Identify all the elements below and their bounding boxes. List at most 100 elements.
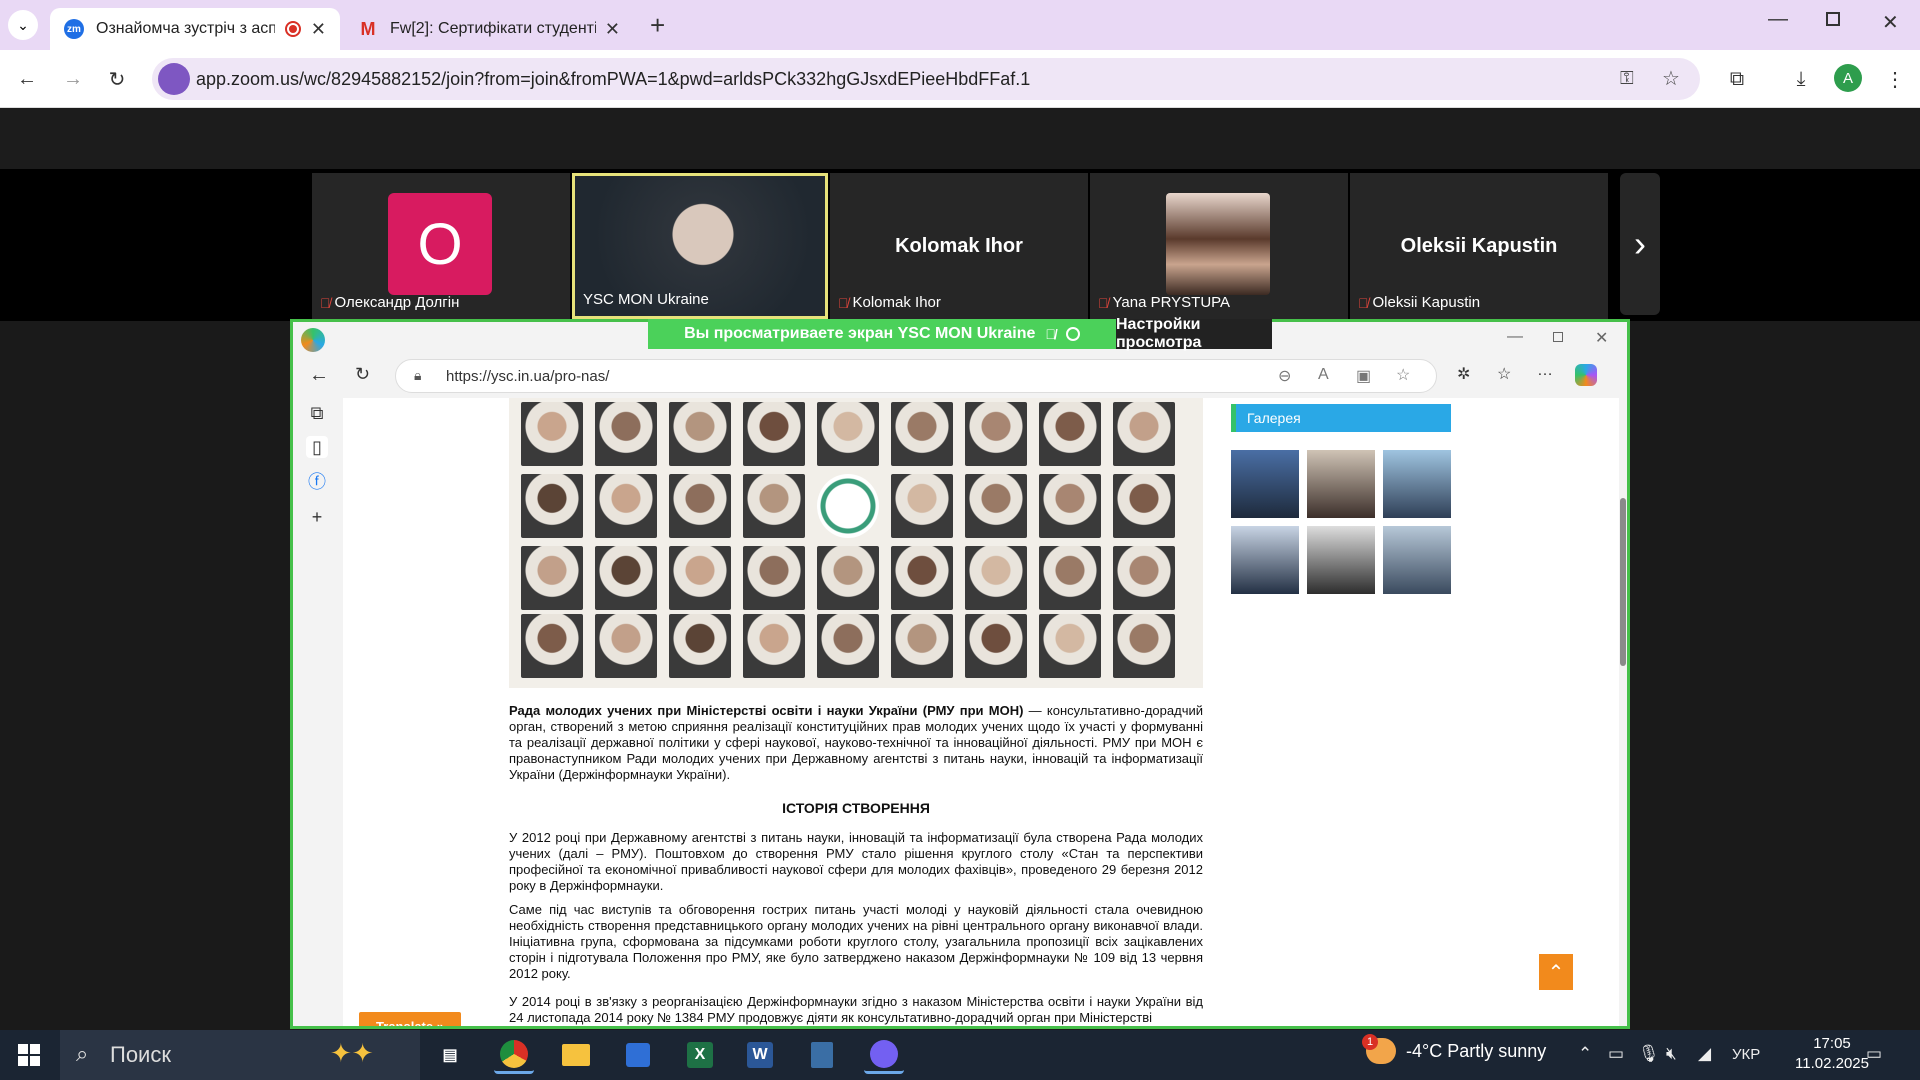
forward-button[interactable]: → (58, 64, 88, 94)
chevron-up-icon[interactable]: ⌃ (1578, 1044, 1592, 1064)
downloads-icon[interactable]: ⤓ (1786, 64, 1816, 94)
bookmark-star-icon[interactable]: ☆ (1662, 66, 1680, 91)
gallery-thumbnail[interactable] (1383, 450, 1451, 518)
restore-button[interactable] (1553, 332, 1563, 342)
edge-profile-icon (301, 328, 325, 352)
word-icon[interactable]: W (740, 1036, 780, 1074)
participant-tile[interactable]: O 🎙̸ Олександр Долгін (312, 173, 570, 319)
participant-name: 🎙̸ Олександр Долгін (320, 294, 460, 311)
read-aloud-icon[interactable]: A (1318, 366, 1329, 384)
close-window-button[interactable]: ✕ (1882, 10, 1899, 35)
facebook-icon[interactable]: ⓕ (306, 470, 328, 492)
page-scrollbar[interactable] (1619, 398, 1627, 1026)
task-view-icon[interactable]: ▤ (430, 1036, 470, 1074)
extensions-icon[interactable]: ✲ (1457, 364, 1470, 384)
notifications-icon[interactable]: ▭ (1866, 1044, 1882, 1064)
gallery-thumbnail[interactable] (1307, 526, 1375, 594)
profile-avatar[interactable]: A (1834, 64, 1862, 92)
mic-muted-icon: 🎙̸ (320, 294, 331, 311)
history-paragraph: У 2014 році в зв'язку з реорганізацією Д… (509, 994, 1203, 1025)
reload-button[interactable]: ↻ (355, 364, 370, 385)
gallery-thumbnail[interactable] (1307, 450, 1375, 518)
reload-button[interactable]: ↻ (102, 64, 132, 94)
add-icon[interactable]: + (306, 506, 328, 528)
back-button[interactable]: ← (309, 364, 329, 387)
address-bar[interactable]: app.zoom.us/wc/82945882152/join?from=joi… (152, 58, 1700, 100)
language-indicator[interactable]: УКР (1732, 1046, 1760, 1063)
tab-gmail[interactable]: M Fw[2]: Сертифікати студентів - ✕ (344, 8, 634, 50)
member-portrait (521, 474, 583, 538)
taskbar-search[interactable]: ⌕ Поиск ✦✦ (60, 1030, 420, 1080)
chrome-app-icon[interactable] (494, 1036, 534, 1074)
member-portrait (1113, 474, 1175, 538)
minimize-button[interactable]: — (1507, 328, 1523, 346)
save-app-icon[interactable] (618, 1036, 658, 1074)
tab-search-button[interactable]: ⌄ (8, 10, 38, 40)
participant-tile[interactable]: Kolomak Ihor 🎙̸ Kolomak Ihor (830, 173, 1088, 319)
scrollbar-thumb[interactable] (1620, 498, 1626, 666)
microphone-icon[interactable]: 🎙︎ (1638, 1044, 1660, 1064)
minimize-button[interactable]: — (1768, 8, 1788, 31)
excel-icon[interactable]: X (680, 1036, 720, 1074)
gallery-thumbnail[interactable] (1231, 526, 1299, 594)
gallery-thumbnail[interactable] (1231, 450, 1299, 518)
participant-name: 🎙̸ Oleksii Kapustin (1358, 294, 1481, 311)
member-portrait (595, 614, 657, 678)
copilot-icon[interactable] (1575, 364, 1597, 386)
council-logo (817, 474, 879, 538)
view-settings-button[interactable]: Настройки просмотра (1116, 316, 1272, 351)
gallery-heading: Галерея (1231, 404, 1451, 432)
close-window-button[interactable]: ✕ (1595, 328, 1608, 348)
member-portrait (669, 402, 731, 466)
menu-dots-icon[interactable]: … (1537, 362, 1553, 380)
meet-now-icon[interactable]: ▭ (1608, 1044, 1624, 1064)
wifi-icon[interactable]: ◢ (1698, 1044, 1711, 1064)
file-explorer-icon[interactable] (556, 1036, 596, 1074)
participant-name: 🎙̸ Yana PRYSTUPA (1098, 294, 1231, 311)
edge-sidebar: ⧉ ▯ ⓕ + (293, 398, 343, 1026)
gallery-thumbnail[interactable] (1383, 526, 1451, 594)
back-button[interactable]: ← (12, 64, 42, 94)
member-portrait (891, 474, 953, 538)
participant-tile-active-speaker[interactable]: YSC MON Ukraine (572, 173, 828, 319)
recording-icon (284, 21, 301, 37)
history-paragraph: Саме під час виступів та обговорення гос… (509, 902, 1203, 981)
member-portrait (1039, 614, 1101, 678)
new-tab-button[interactable]: + (650, 10, 665, 41)
close-tab-icon[interactable]: ✕ (311, 19, 326, 40)
member-portrait (891, 546, 953, 610)
address-bar[interactable]: 🔒︎ https://ysc.in.ua/pro-nas/ ⊖ A ▣ ☆ (395, 359, 1437, 393)
mic-muted-icon: 🎙̸ (1358, 294, 1369, 311)
favorites-icon[interactable]: ☆ (1497, 364, 1511, 384)
scroll-to-top-button[interactable]: ⌃ (1539, 954, 1573, 990)
chevron-down-icon: ⌄ (17, 16, 29, 33)
participant-tile[interactable]: 🎙̸ Yana PRYSTUPA (1090, 173, 1348, 319)
participant-strip: O 🎙̸ Олександр Долгін YSC MON Ukraine Kol… (0, 169, 1920, 321)
translate-button[interactable]: Translate » (359, 1012, 461, 1026)
weather-widget[interactable]: 1 -4°C Partly sunny (1362, 1034, 1546, 1064)
favorite-star-icon[interactable]: ☆ (1396, 365, 1410, 385)
avatar: O (388, 193, 492, 295)
reader-view-icon[interactable]: ▣ (1356, 366, 1371, 386)
windows-start-icon[interactable] (18, 1044, 40, 1066)
extensions-icon[interactable]: ⧉ (1722, 64, 1752, 94)
member-portrait (1113, 402, 1175, 466)
tabs-icon[interactable]: ⧉ (306, 402, 328, 424)
zoom-header (0, 109, 1920, 169)
zoom-out-icon[interactable]: ⊖ (1278, 366, 1291, 386)
tab-strip: ⌄ zm Ознайомча зустріч з аспір ✕ M Fw[2]… (0, 0, 1920, 50)
page-icon[interactable]: ▯ (306, 436, 328, 458)
site-permissions-icon[interactable] (158, 63, 190, 95)
speaker-muted-icon[interactable]: 🔇︎ (1666, 1044, 1677, 1064)
menu-dots-icon[interactable]: ⋮ (1880, 64, 1910, 94)
restore-button[interactable] (1826, 12, 1840, 26)
tab-zoom-meeting[interactable]: zm Ознайомча зустріч з аспір ✕ (50, 8, 340, 50)
viber-icon[interactable] (864, 1036, 904, 1074)
calculator-icon[interactable] (802, 1036, 842, 1074)
password-key-icon[interactable]: ⚿ (1620, 68, 1634, 89)
member-portrait (817, 546, 879, 610)
participant-tile[interactable]: Oleksii Kapustin 🎙̸ Oleksii Kapustin (1350, 173, 1608, 319)
close-tab-icon[interactable]: ✕ (605, 19, 620, 40)
search-icon: ⌕ (76, 1041, 89, 1066)
next-participants-button[interactable]: › (1620, 173, 1660, 315)
